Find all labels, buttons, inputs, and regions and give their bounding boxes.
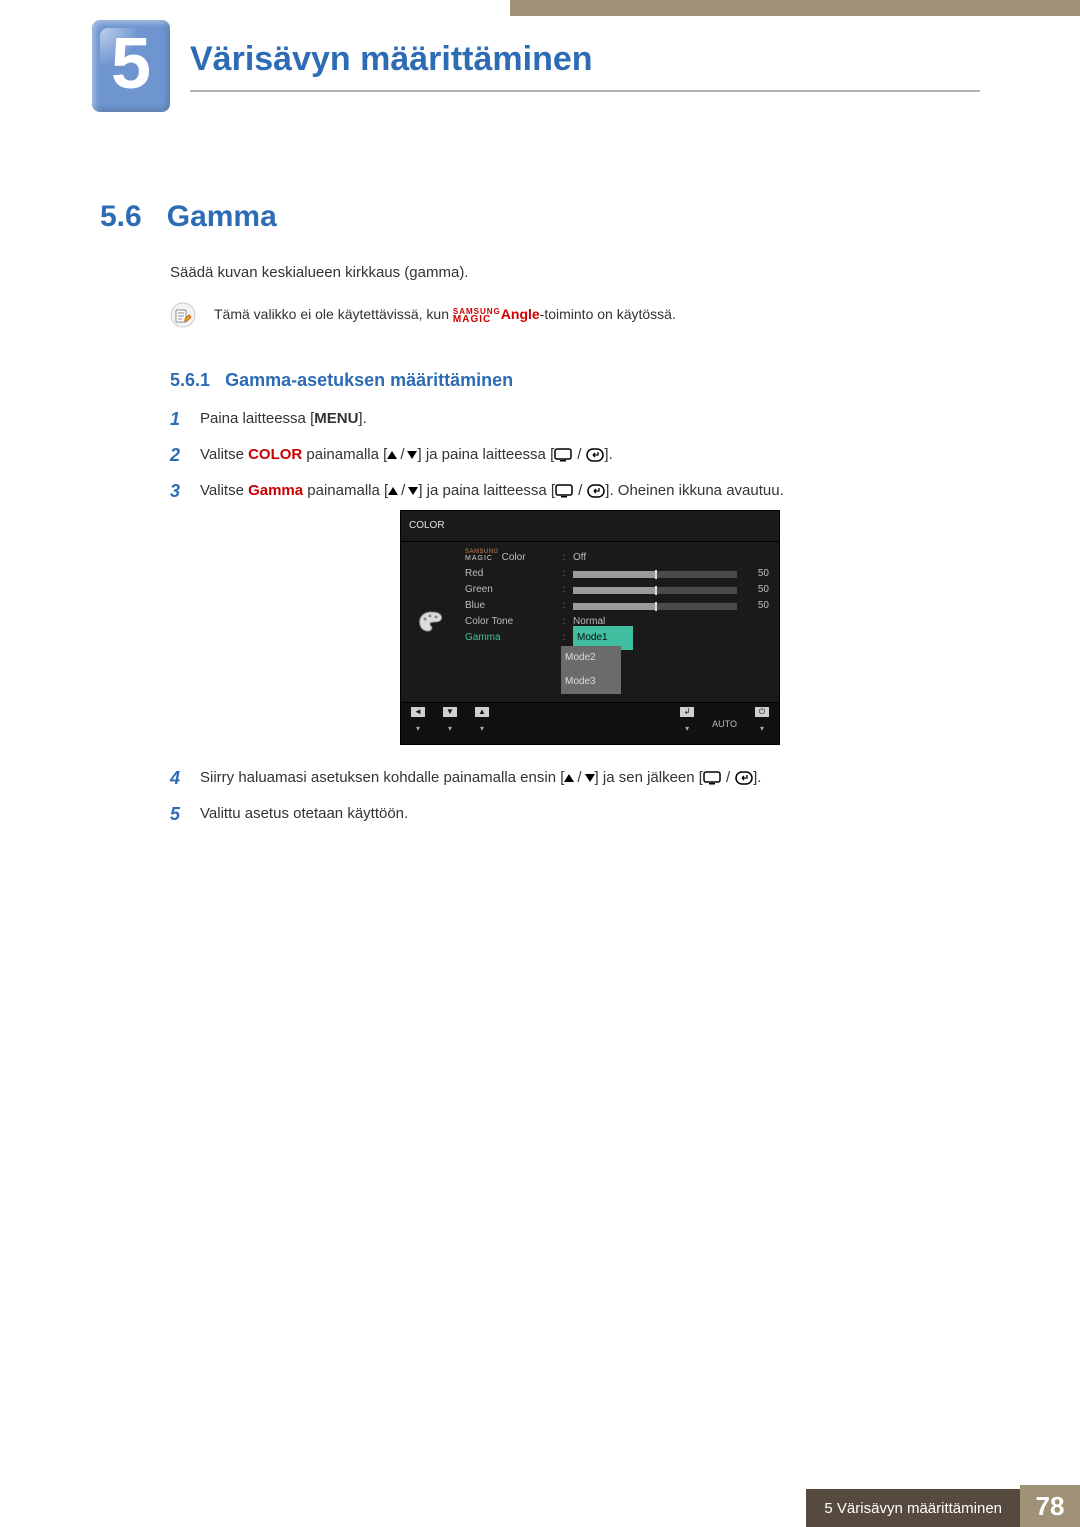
osd-btn-down: ▼▾ xyxy=(443,707,457,740)
step-body: Valittu asetus otetaan käyttöön. xyxy=(200,803,970,825)
up-down-icon: / xyxy=(388,480,418,502)
subsection-title: Gamma-asetuksen määrittäminen xyxy=(225,370,513,390)
text: painamalla [ xyxy=(303,482,388,499)
monitor-enter-icon: / xyxy=(555,480,605,502)
text: ]. xyxy=(604,446,612,463)
up-down-icon: / xyxy=(564,767,594,789)
step-number: 5 xyxy=(170,803,186,825)
monitor-icon xyxy=(555,484,573,498)
step-number: 4 xyxy=(170,767,186,789)
mode-option: Mode3 xyxy=(561,670,621,694)
subsection-heading: 5.6.1 Gamma-asetuksen määrittäminen xyxy=(170,370,513,391)
magic-text: MAGIC xyxy=(453,315,501,324)
b: MAGIC xyxy=(465,555,499,562)
text: ] ja paina laitteessa [ xyxy=(417,446,554,463)
osd-footer: ◄▾ ▼▾ ▲▾ ↲▾ AUTO ⏻▾ xyxy=(401,702,779,744)
note-post: -toiminto on käytössä. xyxy=(540,306,676,322)
section-heading: 5.6 Gamma xyxy=(100,200,277,234)
samsung-magic-logo: SAMSUNG MAGIC xyxy=(453,308,501,324)
samsung-magic-small: SAMSUNG MAGIC xyxy=(465,549,499,562)
enter-icon xyxy=(735,771,753,785)
chapter-title: Värisävyn määrittäminen xyxy=(190,40,593,79)
enter-icon xyxy=(586,448,604,462)
text: Siirry haluamasi asetuksen kohdalle pain… xyxy=(200,769,564,786)
steps-list: 1 Paina laitteessa [MENU]. 2 Valitse COL… xyxy=(170,408,970,839)
palette-icon xyxy=(416,610,446,634)
step-1: 1 Paina laitteessa [MENU]. xyxy=(170,408,970,430)
gamma-label: Gamma xyxy=(248,482,303,499)
step-number: 2 xyxy=(170,444,186,466)
step-body: Valitse COLOR painamalla [/] ja paina la… xyxy=(200,444,970,466)
text: Valitse xyxy=(200,482,248,499)
step-3: 3 Valitse Gamma painamalla [/] ja paina … xyxy=(170,480,970,753)
osd-left-icon-area xyxy=(401,542,461,702)
monitor-enter-icon: / xyxy=(703,767,753,789)
color-label: COLOR xyxy=(248,446,302,463)
monitor-icon xyxy=(554,448,572,462)
step-2: 2 Valitse COLOR painamalla [/] ja paina … xyxy=(170,444,970,466)
text: ] ja paina laitteessa [ xyxy=(418,482,555,499)
note-pre: Tämä valikko ei ole käytettävissä, kun xyxy=(214,306,453,322)
chapter-number-badge: 5 xyxy=(92,20,170,112)
label: Color xyxy=(502,552,526,563)
footer-page-number: 78 xyxy=(1020,1485,1080,1527)
monitor-icon xyxy=(703,771,721,785)
angle-label: Angle xyxy=(501,306,540,322)
step-body: Siirry haluamasi asetuksen kohdalle pain… xyxy=(200,767,970,789)
label: Gamma xyxy=(465,627,555,649)
text: painamalla [ xyxy=(302,446,387,463)
text: Valitse xyxy=(200,446,248,463)
slider xyxy=(573,571,737,578)
menu-button-label: MENU xyxy=(314,410,358,427)
osd-title: COLOR xyxy=(401,511,779,542)
osd-screenshot: COLOR xyxy=(400,510,780,745)
top-stripe xyxy=(510,0,1080,16)
intro-text: Säädä kuvan keskialueen kirkkaus (gamma)… xyxy=(170,264,468,281)
note-row: Tämä valikko ei ole käytettävissä, kun S… xyxy=(170,302,676,328)
text: ]. xyxy=(358,410,366,427)
chapter-rule xyxy=(190,90,980,92)
slider xyxy=(573,603,737,610)
step-body: Valitse Gamma painamalla [/] ja paina la… xyxy=(200,480,970,753)
monitor-enter-icon: / xyxy=(554,444,604,466)
section-title: Gamma xyxy=(167,200,277,233)
step-4: 4 Siirry haluamasi asetuksen kohdalle pa… xyxy=(170,767,970,789)
step-body: Paina laitteessa [MENU]. xyxy=(200,408,970,430)
document-page: 5 Värisävyn määrittäminen 5.6 Gamma Sääd… xyxy=(0,0,1080,1527)
note-icon xyxy=(170,302,196,328)
osd-btn-left: ◄▾ xyxy=(411,707,425,740)
mode-option: Mode2 xyxy=(561,646,621,670)
osd-btn-enter: ↲▾ xyxy=(680,707,694,740)
up-down-icon: / xyxy=(387,444,417,466)
osd-auto-label: AUTO xyxy=(712,713,737,735)
page-footer: 5 Värisävyn määrittäminen 78 xyxy=(0,1485,1080,1527)
text: ]. Oheinen ikkuna avautuu. xyxy=(605,482,783,499)
subsection-number: 5.6.1 xyxy=(170,370,210,390)
osd-btn-power: ⏻▾ xyxy=(755,707,769,740)
text: ]. xyxy=(753,769,761,786)
step-number: 3 xyxy=(170,480,186,502)
enter-icon xyxy=(587,484,605,498)
osd-extra-modes: Mode2 Mode3 xyxy=(561,646,769,694)
osd-body: SAMSUNG MAGIC Color : Off Red : xyxy=(401,542,779,702)
note-text: Tämä valikko ei ole käytettävissä, kun S… xyxy=(214,306,676,323)
step-number: 1 xyxy=(170,408,186,430)
text: Paina laitteessa [ xyxy=(200,410,314,427)
osd-row-gamma: Gamma : Mode1 xyxy=(465,630,769,646)
text: ] ja sen jälkeen [ xyxy=(595,769,703,786)
osd-btn-up: ▲▾ xyxy=(475,707,489,740)
slider xyxy=(573,587,737,594)
section-number: 5.6 xyxy=(100,200,142,233)
osd-right: SAMSUNG MAGIC Color : Off Red : xyxy=(461,542,779,702)
footer-text: 5 Värisävyn määrittäminen xyxy=(806,1489,1020,1527)
step-5: 5 Valittu asetus otetaan käyttöön. xyxy=(170,803,970,825)
